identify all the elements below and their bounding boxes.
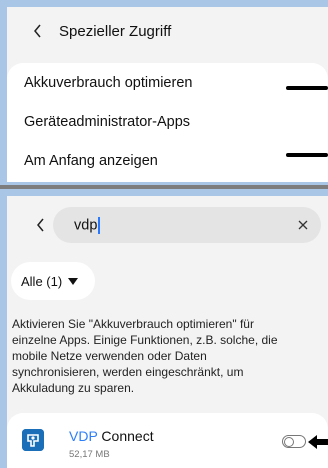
search-input[interactable]: vdp: [74, 216, 101, 234]
app-list-item[interactable]: VDP Connect 52,17 MB: [7, 413, 328, 468]
chevron-left-icon: [37, 218, 44, 232]
back-button[interactable]: [28, 212, 54, 238]
back-button[interactable]: [25, 18, 51, 44]
chevron-left-icon: [34, 24, 41, 38]
toggle-knob: [284, 437, 294, 447]
app-name-highlight: VDP: [69, 428, 98, 444]
dropdown-triangle-icon: [68, 277, 79, 285]
menu-item-label: Akkuverbrauch optimieren: [24, 74, 193, 91]
menu-item-show-on-top[interactable]: Am Anfang anzeigen: [7, 141, 328, 180]
search-bar: vdp: [7, 207, 328, 243]
battery-optimization-toggle[interactable]: [282, 435, 306, 448]
annotation-bar: [286, 86, 328, 90]
clear-search-button[interactable]: [293, 215, 313, 235]
close-icon: [298, 220, 308, 230]
header: Spezieller Zugriff: [7, 7, 328, 55]
app-name-rest: Connect: [97, 428, 154, 444]
page-title: Spezieller Zugriff: [59, 22, 172, 40]
menu-item-label: Am Anfang anzeigen: [24, 152, 158, 169]
app-size: 52,17 MB: [69, 449, 110, 460]
menu-item-label: Geräteadministrator-Apps: [24, 113, 191, 130]
vdp-connect-app-icon: [22, 429, 44, 451]
filter-dropdown[interactable]: Alle (1): [11, 262, 95, 300]
annotation-bar: [286, 153, 328, 157]
search-value: vdp: [74, 216, 98, 233]
pointer-arrow-icon: [308, 435, 328, 449]
description-text: Aktivieren Sie "Akkuverbrauch optimieren…: [12, 317, 278, 395]
settings-list: Akkuverbrauch optimieren Geräteadministr…: [7, 63, 328, 182]
search-field[interactable]: vdp: [53, 207, 321, 243]
special-access-screen: Spezieller Zugriff Akkuverbrauch optimie…: [7, 7, 328, 182]
screenshot-divider: [0, 185, 328, 189]
text-cursor: [98, 216, 101, 234]
battery-optimization-screen: vdp Alle (1) Aktivieren Sie "Akkuverbrau…: [7, 196, 328, 468]
menu-item-optimize-battery[interactable]: Akkuverbrauch optimieren: [7, 63, 328, 102]
menu-item-device-admin-apps[interactable]: Geräteadministrator-Apps: [7, 102, 328, 141]
app-name: VDP Connect: [69, 428, 154, 444]
filter-label: Alle (1): [21, 273, 63, 289]
